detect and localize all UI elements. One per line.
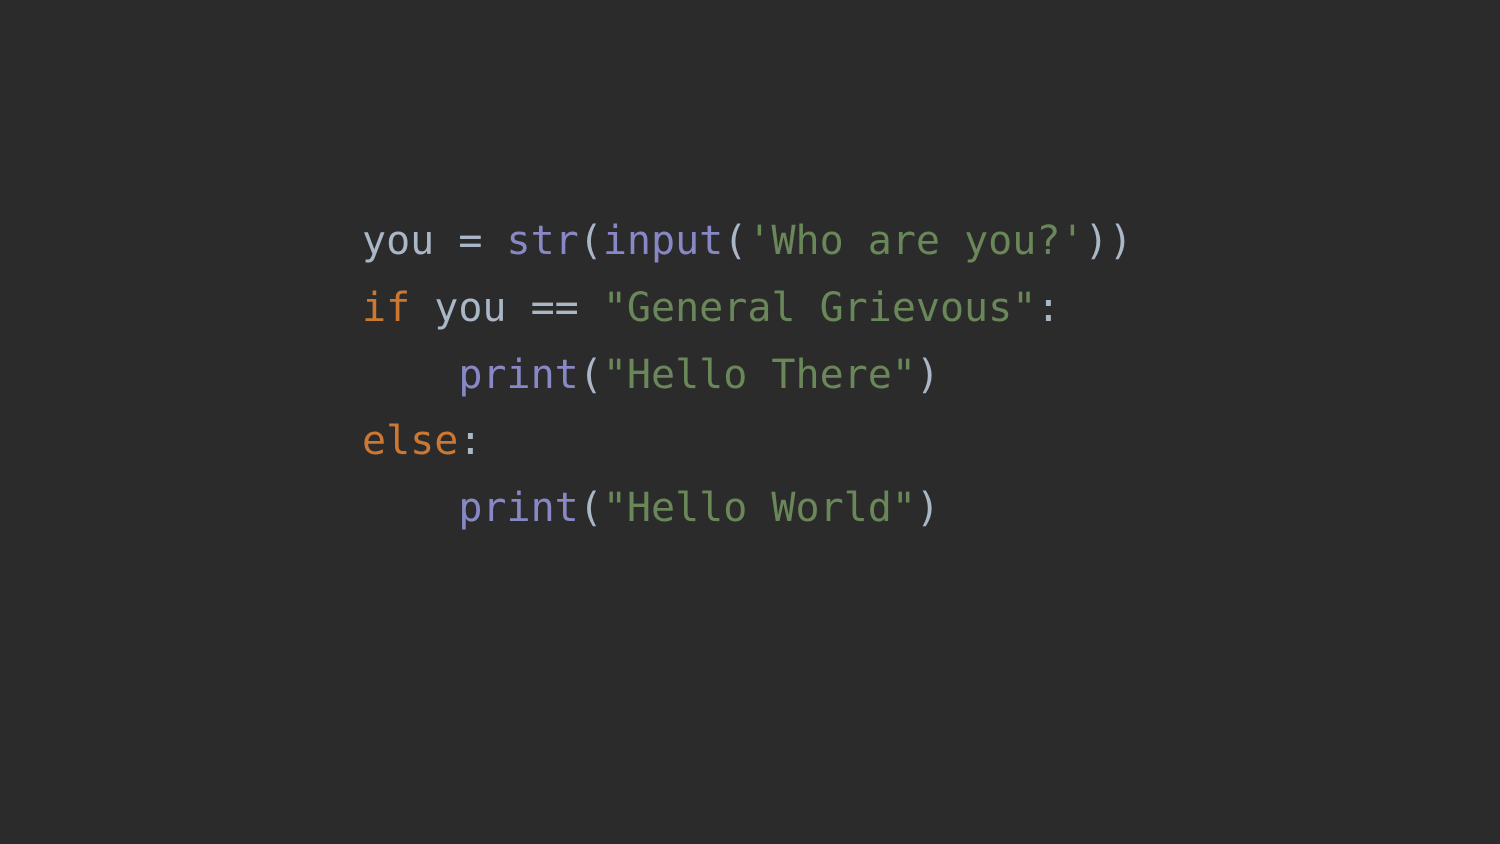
code-token-identifier: ) [915,485,941,531]
code-token-builtin: input [602,218,724,264]
code-line-4[interactable]: else: [362,408,1133,475]
code-block[interactable]: you = str(input('Who are you?')) if you =… [362,208,1133,542]
code-token-builtin: print [458,485,579,531]
code-token-identifier: ( [578,485,603,531]
code-token-identifier [362,485,458,531]
code-token-string: "Hello There" [602,351,916,398]
code-token-builtin: print [458,351,579,398]
code-line-1[interactable]: you = str(input('Who are you?')) [362,208,1133,275]
code-line-5[interactable]: print("Hello World") [362,475,1133,542]
code-token-identifier: you [362,218,435,264]
code-token-string: "Hello World" [602,485,916,531]
code-token-identifier: )) [1084,218,1133,264]
code-token-identifier: ( [723,218,748,264]
code-token-keyword: else [362,418,459,465]
code-token-identifier: : [1036,284,1061,331]
code-token-string: "General Grievous" [602,284,1037,331]
code-token-identifier [362,352,458,398]
code-token-identifier: you == [410,284,603,331]
code-token-builtin: str [506,218,579,264]
code-line-3[interactable]: print("Hello There") [362,342,1133,409]
code-token-identifier: = [434,218,507,264]
code-token-identifier: ( [578,351,603,398]
code-line-2[interactable]: if you == "General Grievous": [362,275,1133,342]
code-token-keyword: if [362,284,411,331]
code-token-identifier: : [458,418,483,465]
code-token-identifier: ) [915,351,941,398]
code-editor[interactable]: you = str(input('Who are you?')) if you =… [0,0,1500,844]
code-token-string: 'Who are you?' [747,218,1085,264]
code-token-identifier: ( [578,218,603,264]
